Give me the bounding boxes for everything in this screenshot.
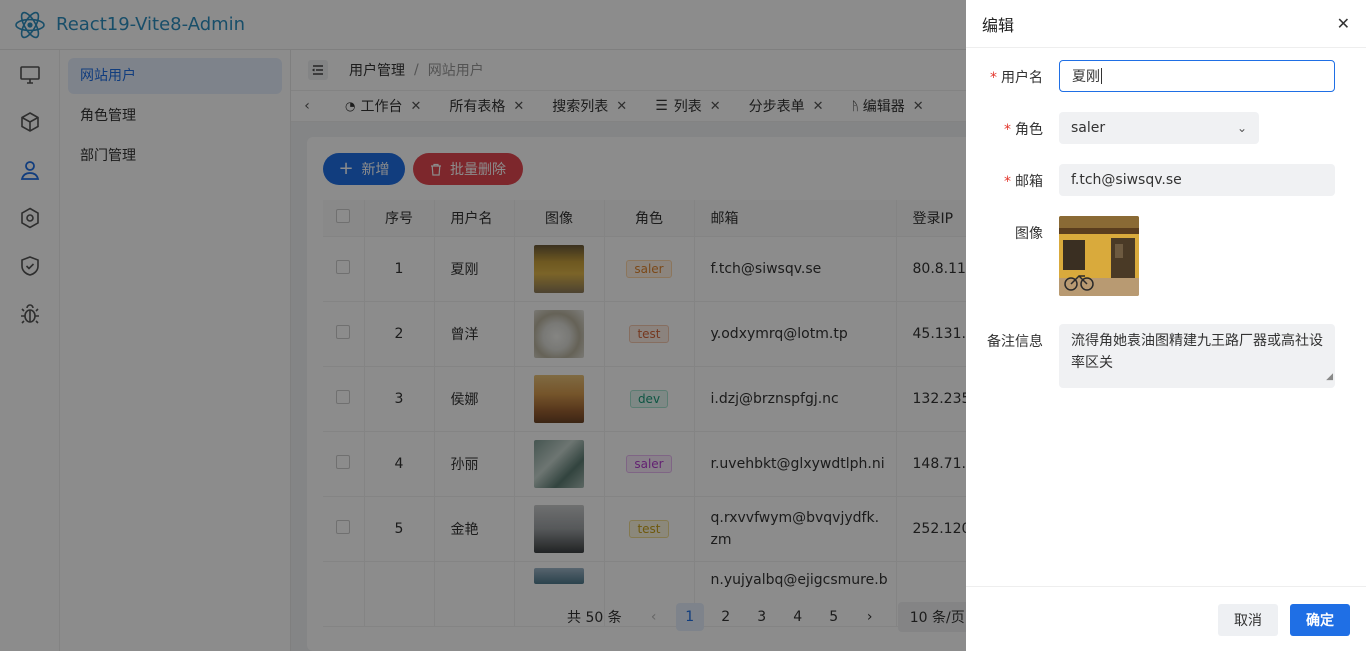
required-mark: * — [990, 70, 997, 86]
confirm-button[interactable]: 确定 — [1290, 604, 1350, 636]
required-mark: * — [1004, 122, 1011, 138]
username-label: * 用户名 — [986, 67, 1043, 87]
required-mark: * — [1004, 174, 1011, 190]
email-label-text: 邮箱 — [1015, 174, 1043, 190]
avatar-image — [1059, 216, 1139, 296]
chevron-down-icon: ⌄ — [1236, 121, 1247, 135]
remark-value: 流得角她袁油图精建九王路厂器或高社设率区关 — [1071, 333, 1323, 371]
username-value: 夏刚 — [1072, 69, 1100, 85]
email-value: f.tch@siwsqv.se — [1071, 172, 1182, 188]
remark-label: 备注信息 — [987, 334, 1043, 350]
role-value: saler — [1071, 120, 1106, 136]
app-root: React19-Vite8-Admin 网站用户 角色管理 部门管理 用户管理 … — [0, 0, 1366, 651]
avatar-label: 图像 — [1015, 226, 1043, 242]
email-label: * 邮箱 — [986, 171, 1043, 191]
remark-textarea[interactable]: 流得角她袁油图精建九王路厂器或高社设率区关 ◢ — [1059, 324, 1335, 388]
username-label-text: 用户名 — [1001, 70, 1043, 86]
email-input[interactable]: f.tch@siwsqv.se — [1059, 164, 1335, 196]
cancel-button[interactable]: 取消 — [1218, 604, 1278, 636]
role-label-text: 角色 — [1015, 122, 1043, 138]
text-cursor — [1101, 68, 1102, 84]
drawer-footer: 取消 确定 — [966, 586, 1366, 651]
edit-drawer: 编辑 ✕ * 用户名 夏刚 * 角色 saler ⌄ * 邮箱 f.tch@siwsqv… — [966, 0, 1366, 651]
drawer-title: 编辑 — [982, 15, 1015, 35]
resize-handle-icon[interactable]: ◢ — [1326, 366, 1333, 388]
username-input[interactable]: 夏刚 — [1059, 60, 1335, 92]
drawer-mask[interactable] — [0, 0, 966, 651]
close-icon[interactable]: ✕ — [1337, 14, 1350, 33]
role-select[interactable]: saler ⌄ — [1059, 112, 1259, 144]
role-label: * 角色 — [986, 119, 1043, 139]
avatar-preview[interactable] — [1059, 216, 1139, 296]
drawer-header: 编辑 ✕ — [966, 0, 1366, 48]
